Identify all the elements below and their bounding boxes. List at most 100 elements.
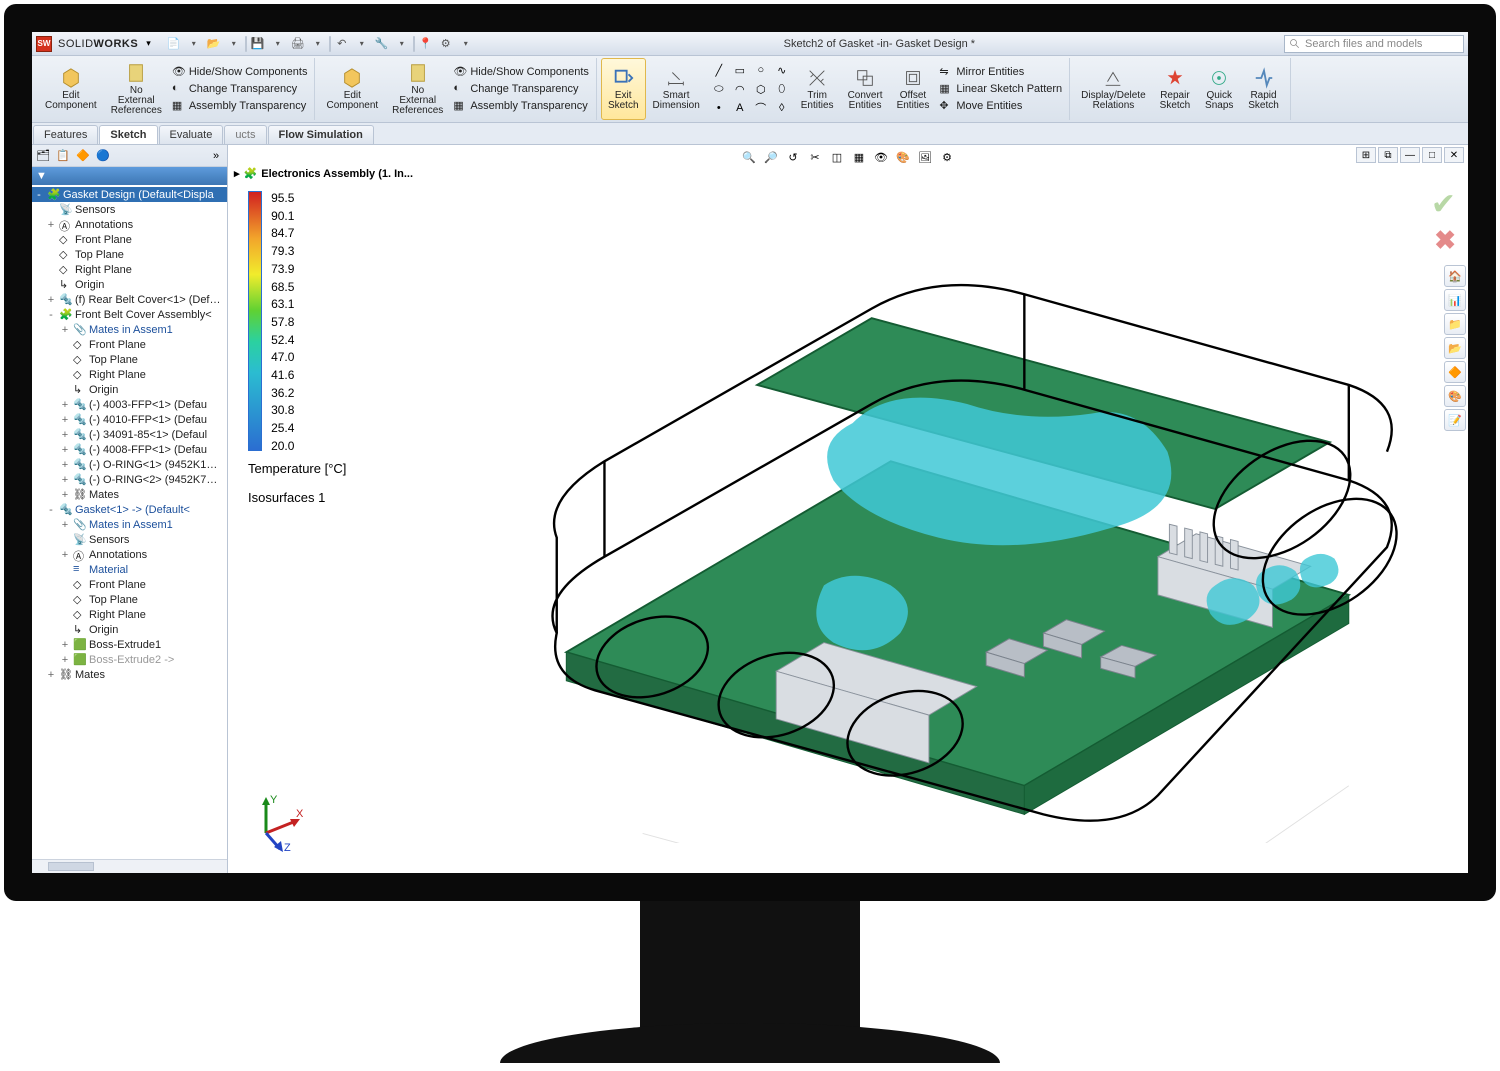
close-icon[interactable]: ✕ xyxy=(1444,147,1464,163)
exit-sketch-button[interactable]: Exit Sketch xyxy=(601,58,646,120)
repair-sketch-button[interactable]: Repair Sketch xyxy=(1153,58,1198,120)
tree-item[interactable]: -🔩Gasket<1> -> (Default< xyxy=(32,502,227,517)
tree-item[interactable]: +🔩(-) 4008-FFP<1> (Defau xyxy=(32,442,227,457)
tree-item[interactable]: ◇Top Plane xyxy=(32,592,227,607)
display-delete-relations-button[interactable]: Display/Delete Relations xyxy=(1074,58,1152,120)
point-tool-icon[interactable]: • xyxy=(709,99,729,117)
tree-item[interactable]: +🔩(f) Rear Belt Cover<1> (Def… xyxy=(32,292,227,307)
undo-icon[interactable]: ↶ xyxy=(333,35,351,53)
property-mgr-tab-icon[interactable]: 📋 xyxy=(54,147,72,165)
tab-features[interactable]: Features xyxy=(33,125,98,144)
display-style-icon[interactable]: ▦ xyxy=(849,147,869,167)
change-transparency-button[interactable]: ◐Change Transparency xyxy=(169,81,311,97)
ellipse-tool-icon[interactable]: ⬯ xyxy=(772,80,792,98)
appearance-icon[interactable]: 🎨 xyxy=(893,147,913,167)
tab-evaluate[interactable]: Evaluate xyxy=(159,125,224,144)
zoom-fit-icon[interactable]: 🔍 xyxy=(739,147,759,167)
tree-item[interactable]: +🔩(-) 4010-FFP<1> (Defau xyxy=(32,412,227,427)
rapid-sketch-button[interactable]: Rapid Sketch xyxy=(1241,58,1286,120)
settings-icon[interactable]: ⚙ xyxy=(437,35,455,53)
tree-item[interactable]: +🔩(-) O-RING<2> (9452K7… xyxy=(32,472,227,487)
tree-item[interactable]: +🔩(-) 34091-85<1> (Defaul xyxy=(32,427,227,442)
orientation-triad-icon[interactable]: Y X Z xyxy=(246,793,306,853)
tree-item[interactable]: ↳Origin xyxy=(32,622,227,637)
link-viewport-icon[interactable]: ⧉ xyxy=(1378,147,1398,163)
move-entities-button[interactable]: ✥Move Entities xyxy=(936,98,1065,114)
edit-component-button[interactable]: Edit Component xyxy=(38,58,104,120)
new-file-icon[interactable]: 📄 xyxy=(165,35,183,53)
mirror-entities-button[interactable]: ⇋Mirror Entities xyxy=(936,64,1065,80)
hide-show-components-button[interactable]: 👁Hide/Show Components xyxy=(169,64,311,80)
chevron-right-icon[interactable]: » xyxy=(207,147,225,165)
open-file-icon[interactable]: 📂 xyxy=(205,35,223,53)
tree-item[interactable]: +ⒶAnnotations xyxy=(32,217,227,232)
options-icon[interactable]: 📍 xyxy=(417,35,435,53)
home-icon[interactable]: 🏠 xyxy=(1444,265,1466,287)
tree-item[interactable]: +🔩(-) O-RING<1> (9452K1… xyxy=(32,457,227,472)
resources-icon[interactable]: 📊 xyxy=(1444,289,1466,311)
tab-sketch[interactable]: Sketch xyxy=(99,125,157,144)
tree-item[interactable]: +ⒶAnnotations xyxy=(32,547,227,562)
tree-item[interactable]: ◇Top Plane xyxy=(32,352,227,367)
smart-dimension-button[interactable]: Smart Dimension xyxy=(646,58,707,120)
edit-component-button-2[interactable]: Edit Component xyxy=(319,58,385,120)
convert-entities-button[interactable]: Convert Entities xyxy=(841,58,890,120)
hide-show-components-button-2[interactable]: 👁Hide/Show Components xyxy=(450,64,592,80)
tree-item[interactable]: ◇Right Plane xyxy=(32,262,227,277)
graphics-viewport[interactable]: 🔍 🔎 ↺ ✂ ◫ ▦ 👁 🎨 🖼 ⚙ ⊞ ⧉ — xyxy=(228,145,1468,873)
polygon-tool-icon[interactable]: ⬡ xyxy=(751,80,771,98)
dropdown-arrow-icon[interactable]: ▾ xyxy=(146,38,151,49)
config-mgr-tab-icon[interactable]: 🔶 xyxy=(74,147,92,165)
circle-tool-icon[interactable]: ○ xyxy=(751,61,771,79)
previous-view-icon[interactable]: ↺ xyxy=(783,147,803,167)
hide-show-icon[interactable]: 👁 xyxy=(871,147,891,167)
tree-item[interactable]: 📡Sensors xyxy=(32,202,227,217)
view-settings-icon[interactable]: ⚙ xyxy=(937,147,957,167)
save-icon[interactable]: 💾 xyxy=(249,35,267,53)
no-external-references-button-2[interactable]: No External References xyxy=(385,58,450,120)
arc-tool-icon[interactable]: ◠ xyxy=(730,80,750,98)
tree-item[interactable]: ≡Material xyxy=(32,562,227,577)
line-tool-icon[interactable]: ╱ xyxy=(709,61,729,79)
fillet-tool-icon[interactable]: ⌒ xyxy=(751,99,771,117)
tree-item[interactable]: -🧩Front Belt Cover Assembly< xyxy=(32,307,227,322)
file-explorer-icon[interactable]: 📂 xyxy=(1444,337,1466,359)
tree-item[interactable]: +🟩Boss-Extrude2 -> xyxy=(32,652,227,667)
search-input[interactable]: Search files and models xyxy=(1284,35,1464,53)
tree-item[interactable]: +⛓Mates xyxy=(32,667,227,682)
quick-snaps-button[interactable]: Quick Snaps xyxy=(1197,58,1241,120)
feature-tree-tab-icon[interactable]: 🗂 xyxy=(34,147,52,165)
linear-pattern-button[interactable]: ▦Linear Sketch Pattern xyxy=(936,81,1065,97)
rect-tool-icon[interactable]: ▭ xyxy=(730,61,750,79)
tab-products-truncated[interactable]: ucts xyxy=(224,125,266,144)
appearances-tab-icon[interactable]: 🎨 xyxy=(1444,385,1466,407)
trim-entities-button[interactable]: Trim Entities xyxy=(794,58,841,120)
print-icon[interactable]: 🖨 xyxy=(289,35,307,53)
no-external-references-button[interactable]: No External References xyxy=(104,58,169,120)
slot-tool-icon[interactable]: ⬭ xyxy=(709,80,729,98)
plane-tool-icon[interactable]: ◊ xyxy=(772,99,792,117)
assembly-transparency-button[interactable]: ▦Assembly Transparency xyxy=(169,98,311,114)
tree-item[interactable]: ◇Front Plane xyxy=(32,337,227,352)
tree-item[interactable]: 📡Sensors xyxy=(32,532,227,547)
cancel-x-icon[interactable]: ✖ xyxy=(1434,225,1456,256)
confirm-check-icon[interactable]: ✔ xyxy=(1431,187,1456,222)
tree-item[interactable]: ↳Origin xyxy=(32,277,227,292)
tree-item[interactable]: +📎Mates in Assem1 xyxy=(32,322,227,337)
display-mgr-tab-icon[interactable]: 🔵 xyxy=(94,147,112,165)
flyout-tree-title[interactable]: ▸🧩Electronics Assembly (1. In... xyxy=(234,167,413,180)
tree-item[interactable]: +⛓Mates xyxy=(32,487,227,502)
text-tool-icon[interactable]: A xyxy=(730,99,750,117)
tab-flow-simulation[interactable]: Flow Simulation xyxy=(268,125,374,144)
tree-item[interactable]: ◇Front Plane xyxy=(32,577,227,592)
tree-item[interactable]: +🟩Boss-Extrude1 xyxy=(32,637,227,652)
offset-entities-button[interactable]: Offset Entities xyxy=(890,58,937,120)
assembly-transparency-button-2[interactable]: ▦Assembly Transparency xyxy=(450,98,592,114)
feature-tree[interactable]: -🧩Gasket Design (Default<Displa 📡Sensors… xyxy=(32,185,227,859)
custom-props-icon[interactable]: 📝 xyxy=(1444,409,1466,431)
tree-item[interactable]: +📎Mates in Assem1 xyxy=(32,517,227,532)
viewports-icon[interactable]: ⊞ xyxy=(1356,147,1376,163)
scene-icon[interactable]: 🖼 xyxy=(915,147,935,167)
minimize-icon[interactable]: — xyxy=(1400,147,1420,163)
zoom-area-icon[interactable]: 🔎 xyxy=(761,147,781,167)
